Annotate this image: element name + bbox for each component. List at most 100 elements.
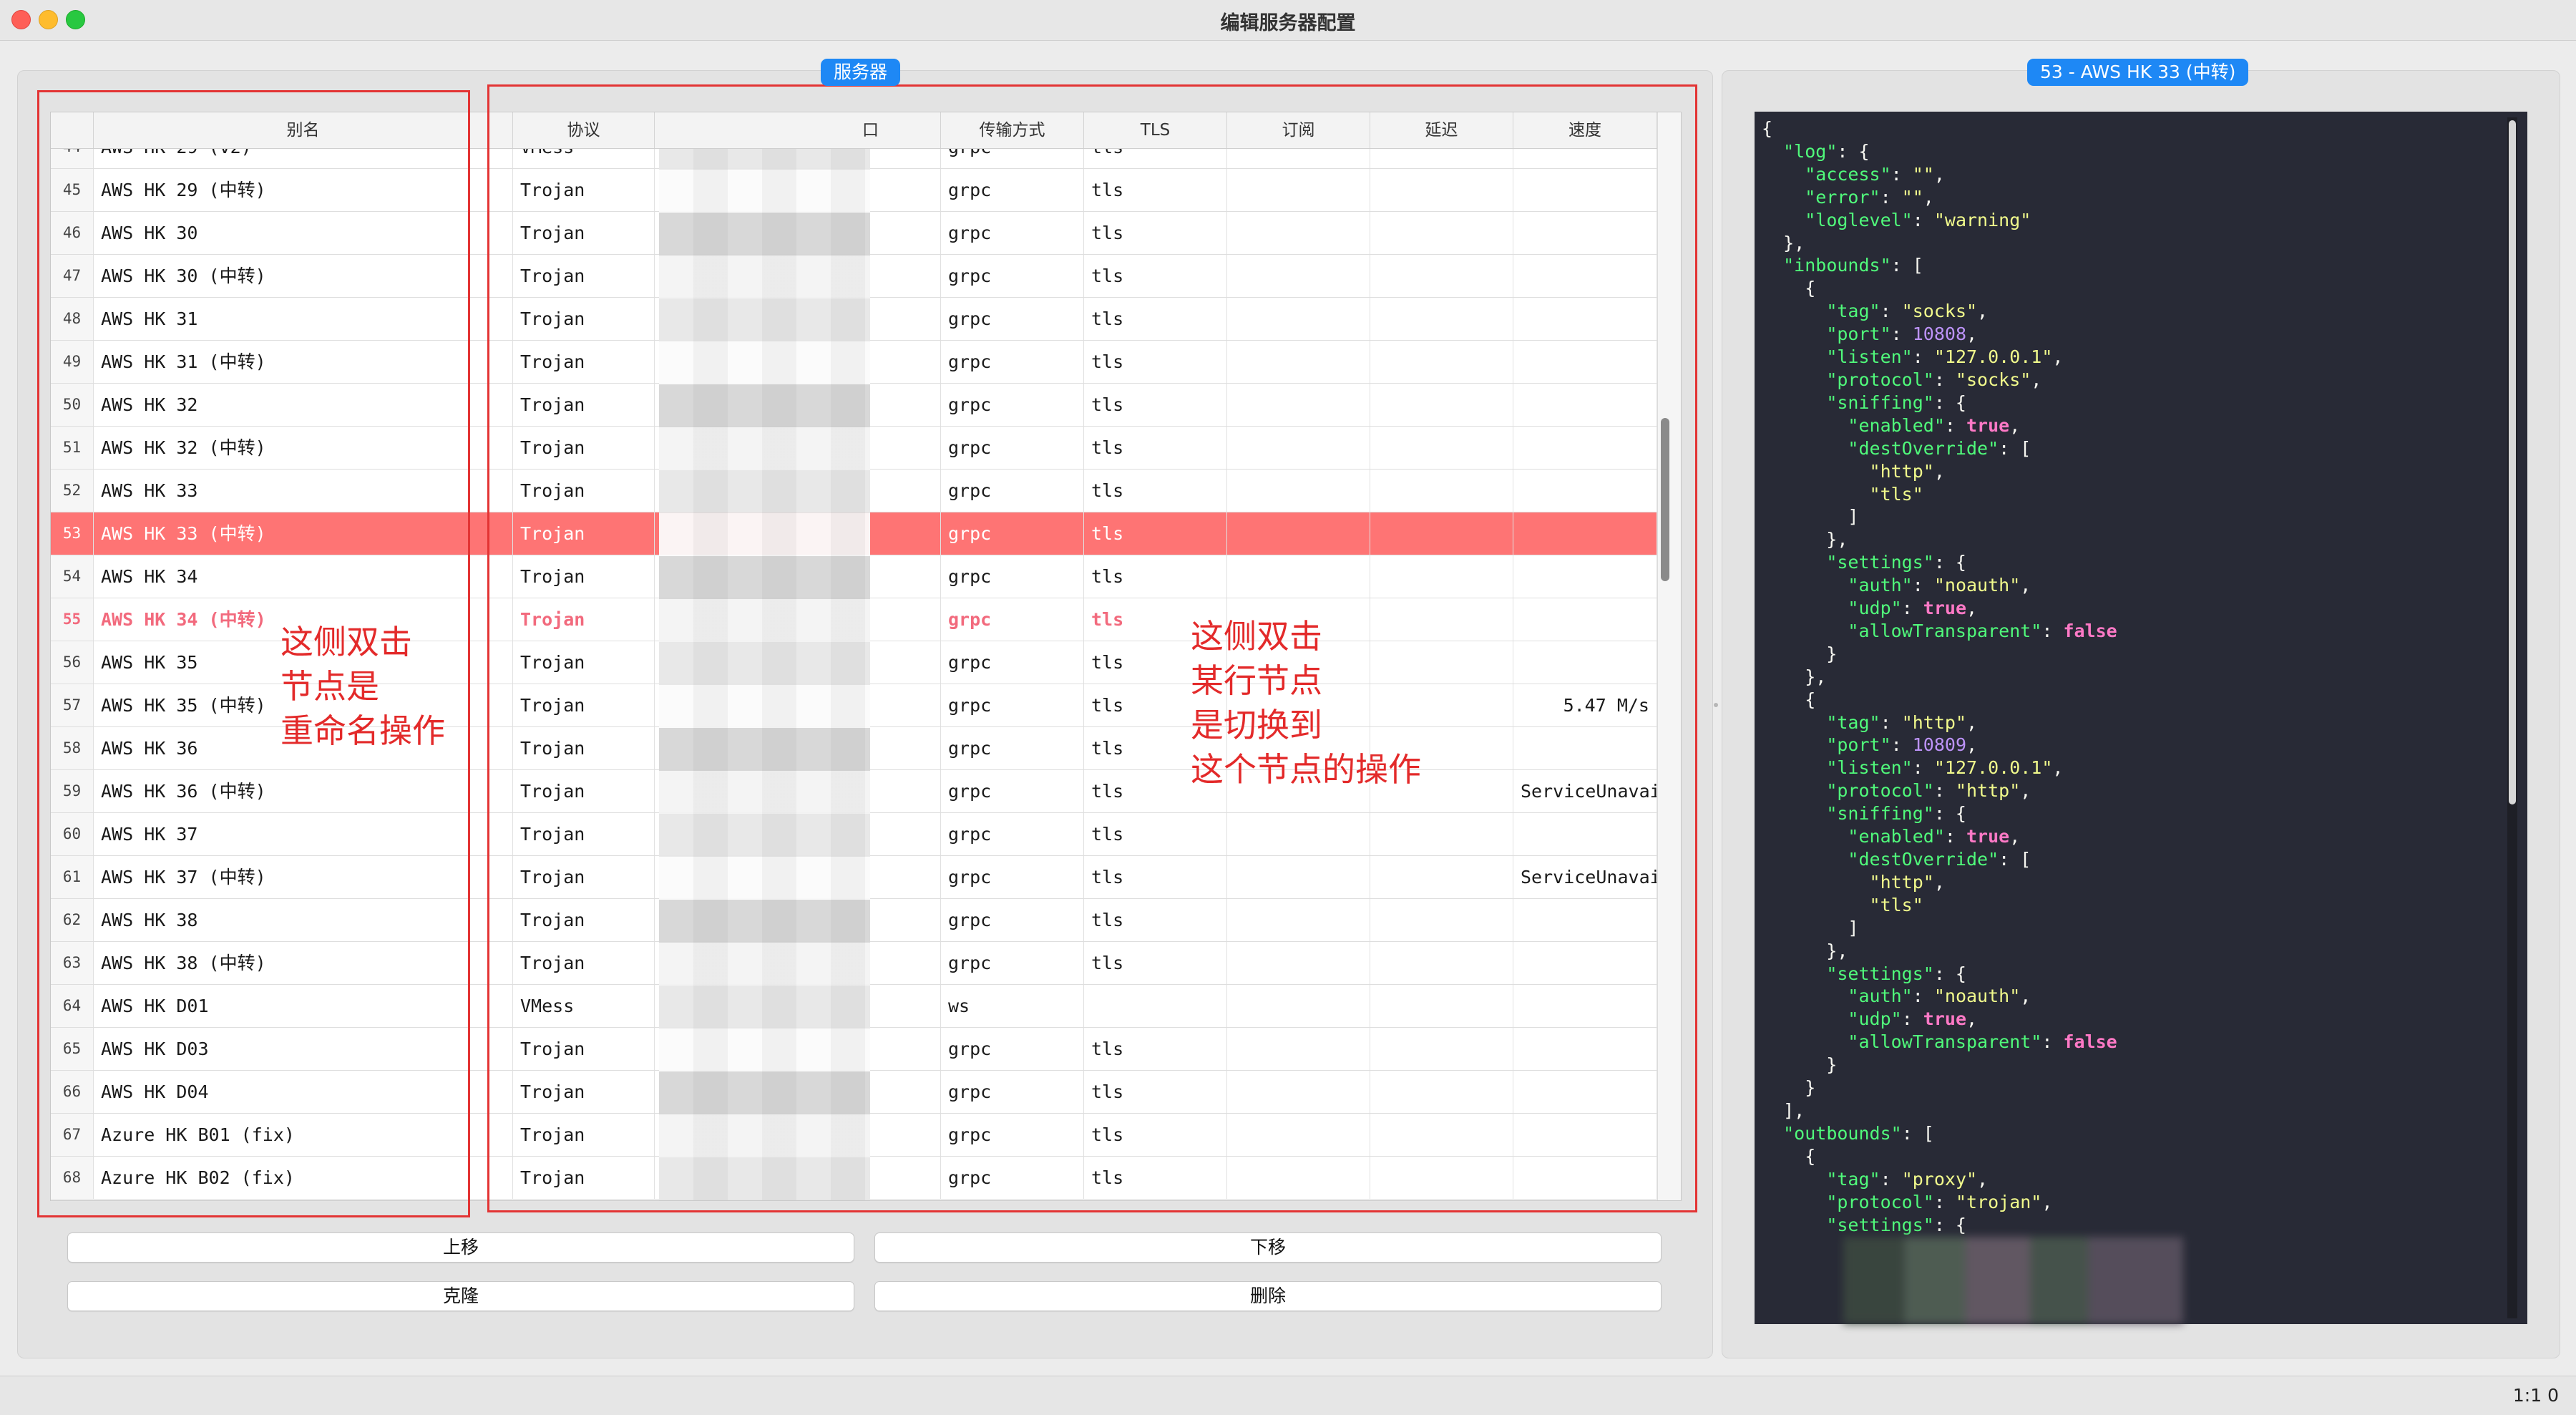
tls-cell: tls [1084,813,1227,855]
speed-cell [1513,1028,1657,1070]
move-down-button[interactable]: 下移 [874,1232,1662,1263]
transport-cell: grpc [941,856,1084,898]
latency-cell [1370,942,1513,984]
row-number: 49 [51,341,94,383]
transport-cell: grpc [941,148,1084,168]
header-transport[interactable]: 传输方式 [941,112,1084,148]
protocol-cell: Trojan [513,169,655,211]
config-group-title: 53 - AWS HK 33 (中转) [2027,59,2249,86]
tls-cell: tls [1084,555,1227,598]
transport-cell: grpc [941,813,1084,855]
row-number: 61 [51,856,94,898]
annotation-note-right: 这侧双击 某行节点 是切换到 这个节点的操作 [1191,614,1421,792]
subscription-cell [1227,555,1370,598]
servers-group-title: 服务器 [821,59,901,86]
transport-cell: grpc [941,427,1084,469]
header-latency[interactable]: 延迟 [1370,112,1513,148]
speed-cell [1513,942,1657,984]
speed-cell [1513,727,1657,769]
header-protocol[interactable]: 协议 [513,112,655,148]
subscription-cell [1227,1114,1370,1156]
status-text: 1:1 0 [2512,1385,2559,1406]
editor-scrollbar-thumb[interactable] [2509,120,2516,804]
alias-cell: AWS HK 29 (v2) [94,148,513,168]
config-json-text[interactable]: { "log": { "access": "", "error": "", "l… [1755,112,2527,1236]
row-number: 48 [51,298,94,340]
table-scrollbar[interactable] [1657,112,1681,1200]
alias-cell: AWS HK 32 (中转) [94,427,513,469]
latency-cell [1370,470,1513,512]
row-number: 53 [51,512,94,555]
protocol-cell: Trojan [513,727,655,769]
table-scrollbar-thumb[interactable] [1661,418,1669,581]
subscription-cell [1227,512,1370,555]
tls-cell: tls [1084,384,1227,426]
status-bar: 1:1 0 [0,1376,2576,1415]
transport-cell: grpc [941,555,1084,598]
subscription-cell [1227,255,1370,297]
config-editor[interactable]: { "log": { "access": "", "error": "", "l… [1755,112,2527,1324]
speed-cell [1513,1157,1657,1199]
transport-cell: grpc [941,1114,1084,1156]
subscription-cell [1227,384,1370,426]
latency-cell [1370,384,1513,426]
alias-cell: AWS HK 30 [94,212,513,254]
header-tls[interactable]: TLS [1084,112,1227,148]
protocol-cell: Trojan [513,384,655,426]
transport-cell: grpc [941,899,1084,941]
annotation-note-left: 这侧双击 节点是 重命名操作 [280,620,445,753]
transport-cell: grpc [941,684,1084,726]
speed-cell: ServiceUnavaila… [1513,856,1657,898]
speed-cell [1513,985,1657,1027]
speed-cell [1513,169,1657,211]
delete-button[interactable]: 删除 [874,1281,1662,1311]
row-number: 68 [51,1157,94,1199]
annotation-left-line: 节点是 [280,667,379,706]
alias-cell: AWS HK 29 (中转) [94,169,513,211]
annotation-right-line: 是切换到 [1191,706,1322,744]
clone-button[interactable]: 克隆 [67,1281,854,1311]
alias-cell: AWS HK D04 [94,1071,513,1113]
row-number: 63 [51,942,94,984]
speed-cell [1513,255,1657,297]
speed-cell [1513,341,1657,383]
transport-cell: grpc [941,1071,1084,1113]
transport-cell: grpc [941,341,1084,383]
transport-cell: grpc [941,727,1084,769]
tls-cell: tls [1084,427,1227,469]
subscription-cell [1227,148,1370,168]
header-speed[interactable]: 速度 [1513,112,1657,148]
tls-cell: tls [1084,1157,1227,1199]
move-up-button[interactable]: 上移 [67,1232,854,1263]
alias-cell: AWS HK 33 [94,470,513,512]
header-alias[interactable]: 别名 [94,112,513,148]
protocol-cell: Trojan [513,1071,655,1113]
annotation-left-line: 这侧双击 [280,623,412,661]
transport-cell: grpc [941,942,1084,984]
row-number: 67 [51,1114,94,1156]
window-title: 编辑服务器配置 [1220,12,1356,34]
speed-cell [1513,298,1657,340]
row-number: 55 [51,598,94,641]
latency-cell [1370,427,1513,469]
panel-splitter-handle[interactable] [1713,701,1719,713]
transport-cell: grpc [941,255,1084,297]
row-number: 58 [51,727,94,769]
protocol-cell: Trojan [513,427,655,469]
subscription-cell [1227,1071,1370,1113]
speed-cell [1513,1114,1657,1156]
header-port[interactable]: 口 [655,112,941,148]
row-number: 62 [51,899,94,941]
protocol-cell: Trojan [513,1114,655,1156]
alias-cell: AWS HK D03 [94,1028,513,1070]
annotation-right-line: 某行节点 [1191,661,1322,700]
protocol-cell: Trojan [513,341,655,383]
speed-cell [1513,899,1657,941]
subscription-cell [1227,813,1370,855]
protocol-cell: Trojan [513,813,655,855]
row-number: 44 [51,148,94,168]
tls-cell: tls [1084,1114,1227,1156]
header-subscription[interactable]: 订阅 [1227,112,1370,148]
row-number: 51 [51,427,94,469]
tls-cell: tls [1084,1071,1227,1113]
